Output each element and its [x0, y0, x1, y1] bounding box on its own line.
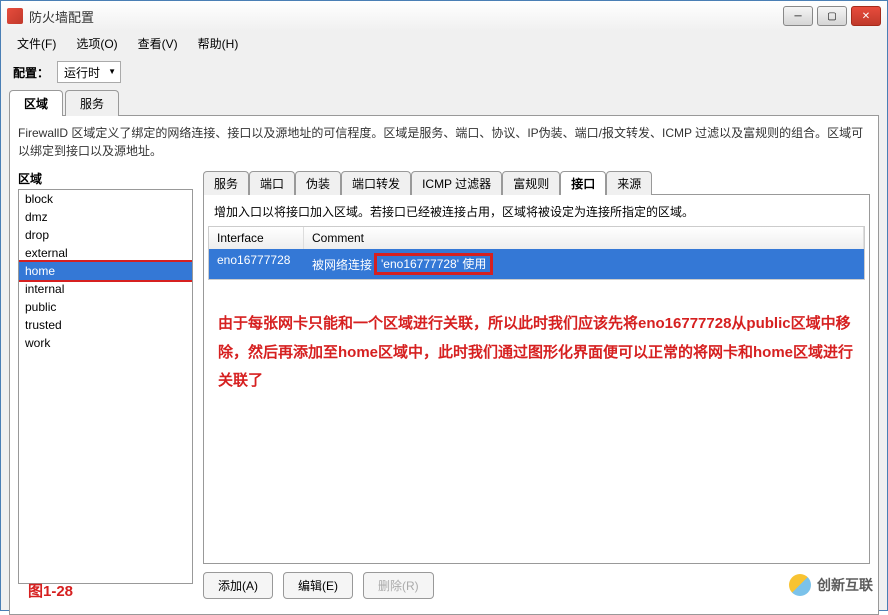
zone-item-public[interactable]: public: [19, 298, 192, 316]
config-label: 配置：: [13, 64, 49, 81]
subtab-iface[interactable]: 接口: [560, 171, 606, 195]
zone-list[interactable]: block dmz drop external home internal pu…: [18, 189, 193, 584]
menu-view[interactable]: 查看(V): [130, 33, 186, 54]
subtab-fwd[interactable]: 端口转发: [341, 171, 411, 195]
zone-item-trusted[interactable]: trusted: [19, 316, 192, 334]
col-interface-header[interactable]: Interface: [209, 227, 304, 249]
zone-list-label: 区域: [18, 170, 193, 187]
menubar: 文件(F) 选项(O) 查看(V) 帮助(H): [1, 31, 887, 55]
tab-zone[interactable]: 区域: [9, 90, 63, 116]
subtab-src[interactable]: 来源: [606, 171, 652, 195]
annotation-text: 由于每张网卡只能和一个区域进行关联，所以此时我们应该先将eno16777728从…: [208, 280, 865, 406]
menu-file[interactable]: 文件(F): [9, 33, 64, 54]
zone-item-drop[interactable]: drop: [19, 226, 192, 244]
zone-item-block[interactable]: block: [19, 190, 192, 208]
watermark-text: 创新互联: [817, 575, 873, 595]
titlebar: 防火墙配置 ─ ▢ ✕: [1, 1, 887, 31]
iface-row[interactable]: eno16777728 被网络连接 'eno16777728' 使用: [209, 249, 864, 279]
zone-description: FirewallD 区域定义了绑定的网络连接、接口以及源地址的可信程度。区域是服…: [18, 124, 870, 160]
add-button[interactable]: 添加(A): [203, 572, 273, 599]
maximize-button[interactable]: ▢: [817, 6, 847, 26]
watermark-icon: [789, 574, 811, 596]
subtab-port[interactable]: 端口: [249, 171, 295, 195]
menu-help[interactable]: 帮助(H): [190, 33, 247, 54]
iface-description: 增加入口以将接口加入区域。若接口已经被连接占用，区域将被设定为连接所指定的区域。: [214, 203, 859, 220]
window-title: 防火墙配置: [29, 7, 94, 26]
minimize-button[interactable]: ─: [783, 6, 813, 26]
tab-service[interactable]: 服务: [65, 90, 119, 116]
close-button[interactable]: ✕: [851, 6, 881, 26]
figure-label: 图1-28: [28, 580, 73, 601]
zone-item-home[interactable]: home: [18, 260, 193, 282]
zone-item-internal[interactable]: internal: [19, 280, 192, 298]
firewall-icon: [7, 8, 23, 24]
zone-item-dmz[interactable]: dmz: [19, 208, 192, 226]
iface-table: Interface Comment eno16777728 被网络连接 'eno…: [208, 226, 865, 280]
subtab-masq[interactable]: 伪装: [295, 171, 341, 195]
config-select[interactable]: 运行时: [57, 61, 121, 83]
zone-item-work[interactable]: work: [19, 334, 192, 352]
edit-button[interactable]: 编辑(E): [283, 572, 353, 599]
iface-comment-part1: 被网络连接: [312, 256, 372, 273]
menu-options[interactable]: 选项(O): [68, 33, 125, 54]
subtab-icmp[interactable]: ICMP 过滤器: [411, 171, 502, 195]
delete-button[interactable]: 删除(R): [363, 572, 434, 599]
window: 防火墙配置 ─ ▢ ✕ 文件(F) 选项(O) 查看(V) 帮助(H) 配置： …: [0, 0, 888, 611]
subtab-rich[interactable]: 富规则: [502, 171, 560, 195]
watermark: 创新互联: [789, 574, 873, 596]
iface-comment-highlight: 'eno16777728' 使用: [374, 253, 493, 275]
iface-name: eno16777728: [209, 249, 304, 279]
col-comment-header[interactable]: Comment: [304, 227, 864, 249]
subtab-service[interactable]: 服务: [203, 171, 249, 195]
